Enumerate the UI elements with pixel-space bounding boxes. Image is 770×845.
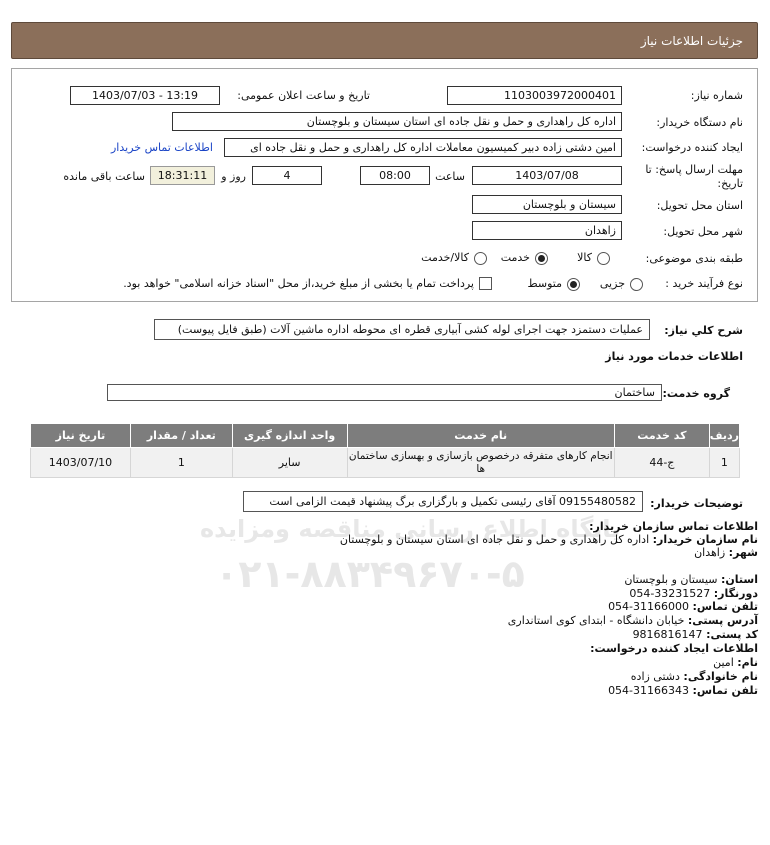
treasury-checkbox[interactable] (479, 277, 492, 290)
summary-text: عملیات دستمزد جهت اجرای لوله کشی آبیاری … (154, 319, 650, 340)
process-minor-label: جزیی (599, 277, 625, 290)
category-service-label: خدمت (500, 251, 530, 264)
need-number-label: شماره نیاز: (690, 89, 743, 102)
cell-row: 1 (708, 447, 741, 478)
cell-name: انجام کارهای متفرقه درخصوص بازسازی و بهس… (346, 447, 615, 478)
contact-title: اطلاعات تماس سازمان خریدار: (589, 520, 758, 533)
watermark-phone: ۰۲۱-۸۸۳۴۹۶۷۰-۵ (215, 552, 525, 596)
announce-datetime-label: تاریخ و ساعت اعلان عمومی: (237, 89, 370, 102)
buyer-org-field[interactable]: اداره کل راهداری و حمل و نقل جاده ای است… (172, 112, 622, 131)
cell-date: 1403/07/10 (30, 447, 131, 478)
creator-label: ایجاد کننده درخواست: (641, 141, 743, 154)
deadline-time-field[interactable]: 08:00 (360, 166, 430, 185)
cell-unit: سایر (231, 447, 348, 478)
contact-province: استان: سیستان و بلوچستان (624, 573, 758, 586)
province-label: استان محل تحویل: (656, 199, 743, 212)
process-medium-radio[interactable] (567, 278, 580, 291)
col-date-header: تاریخ نیاز (30, 423, 131, 448)
col-row-header: ردیف (708, 423, 741, 448)
contact-city: شهر: زاهدان (694, 546, 758, 559)
category-goods-service-radio[interactable] (474, 252, 487, 265)
category-goods-radio[interactable] (597, 252, 610, 265)
days-label: روز و (221, 170, 246, 183)
contact-org: نام سازمان خریدار: اداره کل راهداری و حم… (339, 533, 758, 546)
table-header-row: ردیف کد خدمت نام خدمت واحد اندازه گیری ت… (30, 423, 741, 448)
buyer-contact-link[interactable]: اطلاعات تماس خریدار (111, 141, 213, 154)
category-service-radio[interactable] (535, 252, 548, 265)
process-minor-radio[interactable] (630, 278, 643, 291)
col-unit-header: واحد اندازه گیری (231, 423, 348, 448)
summary-label: شرح کلي نياز: (664, 324, 743, 337)
days-field[interactable]: 4 (252, 166, 322, 185)
service-group-label: گروه خدمت: (662, 387, 730, 400)
treasury-note: پرداخت تمام یا بخشی از مبلغ خرید،از محل … (123, 277, 474, 290)
col-name-header: نام خدمت (346, 423, 615, 448)
contact-postal: کد پستی: 9816816147 (632, 628, 758, 641)
need-number-field[interactable]: 1103003972000401 (447, 86, 622, 105)
contact-phone: تلفن تماس: 054-31166000 (608, 600, 758, 613)
creator-phone: تلفن تماس: 054-31166343 (608, 684, 758, 697)
process-label: نوع فرآیند خرید : (665, 277, 743, 290)
contact-address: آدرس پستی: خیابان دانشگاه - ابتدای کوی ا… (507, 614, 758, 627)
creator-field[interactable]: امین دشتی زاده دبیر کمیسیون معاملات ادار… (224, 138, 622, 157)
buyer-notes-label: توضیحات خریدار: (650, 497, 743, 510)
page-header: جزئیات اطلاعات نیاز (11, 22, 758, 59)
category-label: طبقه بندی موضوعی: (645, 252, 743, 265)
city-label: شهر محل تحویل: (663, 225, 743, 238)
creator-title: اطلاعات ایجاد کننده درخواست: (590, 642, 758, 655)
contact-fax: دورنگار: 054-33231527 (629, 587, 758, 600)
buyer-org-label: نام دستگاه خریدار: (656, 116, 743, 129)
province-field[interactable]: سیستان و بلوچستان (472, 195, 622, 214)
service-group-field[interactable]: ساختمان (107, 384, 662, 401)
services-table: ردیف کد خدمت نام خدمت واحد اندازه گیری ت… (30, 423, 741, 478)
deadline-date-field[interactable]: 1403/07/08 (472, 166, 622, 185)
category-goods-label: کالا (577, 251, 592, 264)
page-title: جزئیات اطلاعات نیاز (640, 34, 743, 48)
buyer-notes-text: 09155480582 آقای رئیسی تکمیل و بارگزاری … (243, 491, 643, 512)
services-section-title: اطلاعات خدمات مورد نیاز (605, 350, 743, 363)
remaining-time-field: 18:31:11 (150, 166, 215, 185)
col-code-header: کد خدمت (613, 423, 710, 448)
creator-family: نام خانوادگی: دشتی زاده (630, 670, 758, 683)
cell-qty: 1 (129, 447, 233, 478)
process-medium-label: متوسط (527, 277, 562, 290)
city-field[interactable]: زاهدان (472, 221, 622, 240)
deadline-hour-label: ساعت (435, 170, 465, 183)
table-row: 1 ج-44 انجام کارهای متفرقه درخصوص بازساز… (30, 447, 741, 478)
deadline-label: مهلت ارسال پاسخ: تا تاریخ: (645, 163, 743, 190)
category-goods-service-label: کالا/خدمت (421, 251, 469, 264)
col-qty-header: تعداد / مقدار (129, 423, 233, 448)
remaining-label: ساعت باقی مانده (63, 170, 145, 183)
cell-code: ج-44 (613, 447, 710, 478)
announce-datetime-field[interactable]: 1403/07/03 - 13:19 (70, 86, 220, 105)
creator-name: نام: امین (713, 656, 758, 669)
